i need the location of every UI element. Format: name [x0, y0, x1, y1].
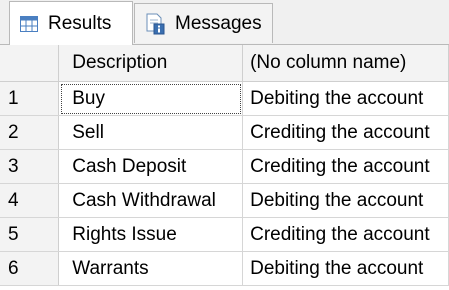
row-number-header[interactable]	[0, 45, 60, 82]
description-cell[interactable]: Sell	[58, 115, 244, 150]
value-cell[interactable]: Debiting the account	[242, 183, 449, 218]
description-cell[interactable]: Cash Withdrawal	[58, 183, 244, 218]
row-number[interactable]: 1	[0, 81, 60, 116]
table-row[interactable]: 6 Warrants Debiting the account	[0, 251, 449, 286]
row-number[interactable]: 6	[0, 251, 60, 286]
description-cell[interactable]: Cash Deposit	[58, 149, 244, 184]
value-cell[interactable]: Crediting the account	[242, 115, 449, 150]
results-table: Description (No column name) 1 Buy Debit…	[0, 45, 449, 286]
results-tab-bar: Results Messages	[0, 0, 449, 45]
column-header-no-column-name[interactable]: (No column name)	[242, 45, 449, 82]
row-number[interactable]: 2	[0, 115, 60, 150]
messages-icon	[145, 13, 165, 35]
results-grid[interactable]: Description (No column name) 1 Buy Debit…	[0, 44, 449, 290]
row-number[interactable]: 5	[0, 217, 60, 252]
value-cell[interactable]: Debiting the account	[242, 251, 449, 286]
row-number[interactable]: 4	[0, 183, 60, 218]
grid-icon	[20, 15, 38, 32]
tab-messages-label: Messages	[175, 12, 262, 34]
table-row[interactable]: 2 Sell Crediting the account	[0, 115, 449, 150]
row-number[interactable]: 3	[0, 149, 60, 184]
tab-results-label: Results	[48, 12, 112, 34]
tab-messages[interactable]: Messages	[134, 3, 273, 43]
value-cell[interactable]: Crediting the account	[242, 217, 449, 252]
description-cell[interactable]: Rights Issue	[58, 217, 244, 252]
column-header-description[interactable]: Description	[58, 45, 244, 82]
value-cell[interactable]: Crediting the account	[242, 149, 449, 184]
table-row[interactable]: 3 Cash Deposit Crediting the account	[0, 149, 449, 184]
table-row[interactable]: 5 Rights Issue Crediting the account	[0, 217, 449, 252]
tab-results[interactable]: Results	[9, 1, 133, 45]
table-row[interactable]: 1 Buy Debiting the account	[0, 81, 449, 116]
table-row[interactable]: 4 Cash Withdrawal Debiting the account	[0, 183, 449, 218]
description-cell[interactable]: Buy	[58, 81, 244, 116]
value-cell[interactable]: Debiting the account	[242, 81, 449, 116]
header-row: Description (No column name)	[0, 45, 449, 82]
description-cell[interactable]: Warrants	[58, 251, 244, 286]
